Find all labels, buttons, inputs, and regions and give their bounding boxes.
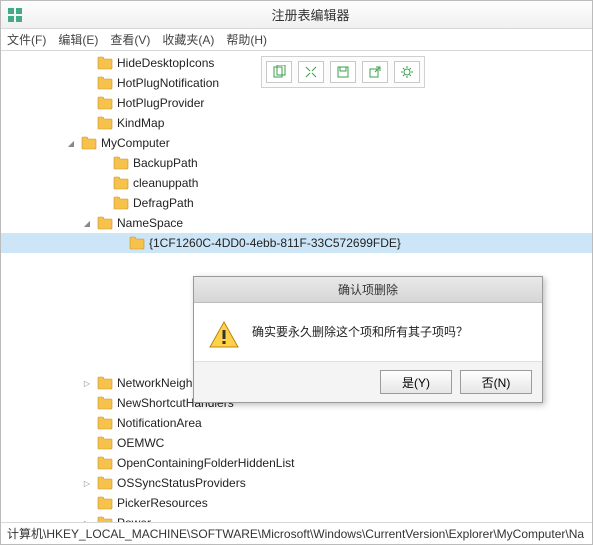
expander-icon[interactable]: ◢	[81, 219, 93, 228]
tree-label: PickerResources	[117, 496, 208, 510]
tree-label: HotPlugNotification	[117, 76, 219, 90]
folder-icon	[97, 56, 113, 70]
menu-edit[interactable]: 编辑(E)	[58, 31, 98, 48]
tree-node[interactable]: OpenContainingFolderHiddenList	[1, 453, 592, 473]
menu-view[interactable]: 查看(V)	[110, 31, 150, 48]
tree-label: OpenContainingFolderHiddenList	[117, 456, 294, 470]
tree-label: {1CF1260C-4DD0-4ebb-811F-33C572699FDE}	[149, 236, 401, 250]
tree-node[interactable]: ◢ NameSpace	[1, 213, 592, 233]
folder-icon	[113, 196, 129, 210]
tree-node[interactable]: {1CF1260C-4DD0-4ebb-811F-33C572699FDE}	[1, 233, 592, 253]
tree-label: KindMap	[117, 116, 164, 130]
confirm-dialog: 确认项删除 确实要永久删除这个项和所有其子项吗？ 是(Y) 否(N)	[193, 276, 543, 403]
folder-icon	[97, 436, 113, 450]
folder-icon	[97, 416, 113, 430]
tree-node[interactable]: PickerResources	[1, 493, 592, 513]
expander-icon[interactable]: ▷	[81, 479, 93, 488]
export-icon[interactable]	[362, 61, 388, 83]
tree-label: HotPlugProvider	[117, 96, 204, 110]
tree-node[interactable]: cleanuppath	[1, 173, 592, 193]
menu-fav[interactable]: 收藏夹(A)	[162, 31, 214, 48]
tree-label: DefragPath	[133, 196, 194, 210]
tree-node[interactable]	[1, 253, 592, 273]
folder-icon	[97, 476, 113, 490]
titlebar: 注册表编辑器	[1, 1, 592, 29]
folder-icon	[97, 116, 113, 130]
folder-icon	[97, 376, 113, 390]
dialog-message: 确实要永久删除这个项和所有其子项吗？	[252, 319, 468, 340]
menubar: 文件(F) 编辑(E) 查看(V) 收藏夹(A) 帮助(H)	[1, 29, 592, 51]
expander-icon[interactable]: ▷	[81, 379, 93, 388]
folder-icon	[97, 396, 113, 410]
folder-icon	[97, 456, 113, 470]
app-icon	[7, 7, 23, 23]
folder-icon	[97, 496, 113, 510]
folder-icon	[129, 236, 145, 250]
folder-icon	[97, 96, 113, 110]
tree-node[interactable]: BackupPath	[1, 153, 592, 173]
folder-icon	[81, 136, 97, 150]
tree-label: NameSpace	[117, 216, 183, 230]
tree-node[interactable]: DefragPath	[1, 193, 592, 213]
expander-icon[interactable]: ◢	[65, 139, 77, 148]
maximize-icon[interactable]	[298, 61, 324, 83]
copy-icon[interactable]	[266, 61, 292, 83]
folder-icon	[97, 76, 113, 90]
warning-icon	[208, 319, 240, 351]
yes-button[interactable]: 是(Y)	[380, 370, 452, 394]
tree-label: NotificationArea	[117, 416, 202, 430]
menu-help[interactable]: 帮助(H)	[226, 31, 267, 48]
tree-label: BackupPath	[133, 156, 198, 170]
statusbar: 计算机\HKEY_LOCAL_MACHINE\SOFTWARE\Microsof…	[1, 522, 592, 544]
tree-node[interactable]: OEMWC	[1, 433, 592, 453]
tree-node[interactable]: ▷ OSSyncStatusProviders	[1, 473, 592, 493]
floating-toolbar	[261, 56, 425, 88]
tree-node[interactable]: KindMap	[1, 113, 592, 133]
dialog-title: 确认项删除	[194, 277, 542, 303]
window-title: 注册表编辑器	[29, 5, 592, 24]
tree-node[interactable]: NotificationArea	[1, 413, 592, 433]
save-icon[interactable]	[330, 61, 356, 83]
no-button[interactable]: 否(N)	[460, 370, 532, 394]
tree-node[interactable]: HotPlugProvider	[1, 93, 592, 113]
tree-label: OEMWC	[117, 436, 164, 450]
tree-node[interactable]: ◢ MyComputer	[1, 133, 592, 153]
tree-node[interactable]: ▷Power	[1, 513, 592, 522]
menu-file[interactable]: 文件(F)	[7, 31, 46, 48]
tree-label: cleanuppath	[133, 176, 198, 190]
tree-label: OSSyncStatusProviders	[117, 476, 246, 490]
settings-icon[interactable]	[394, 61, 420, 83]
tree-label: HideDesktopIcons	[117, 56, 214, 70]
tree-label: MyComputer	[101, 136, 170, 150]
folder-icon	[113, 156, 129, 170]
folder-icon	[97, 216, 113, 230]
folder-icon	[113, 176, 129, 190]
